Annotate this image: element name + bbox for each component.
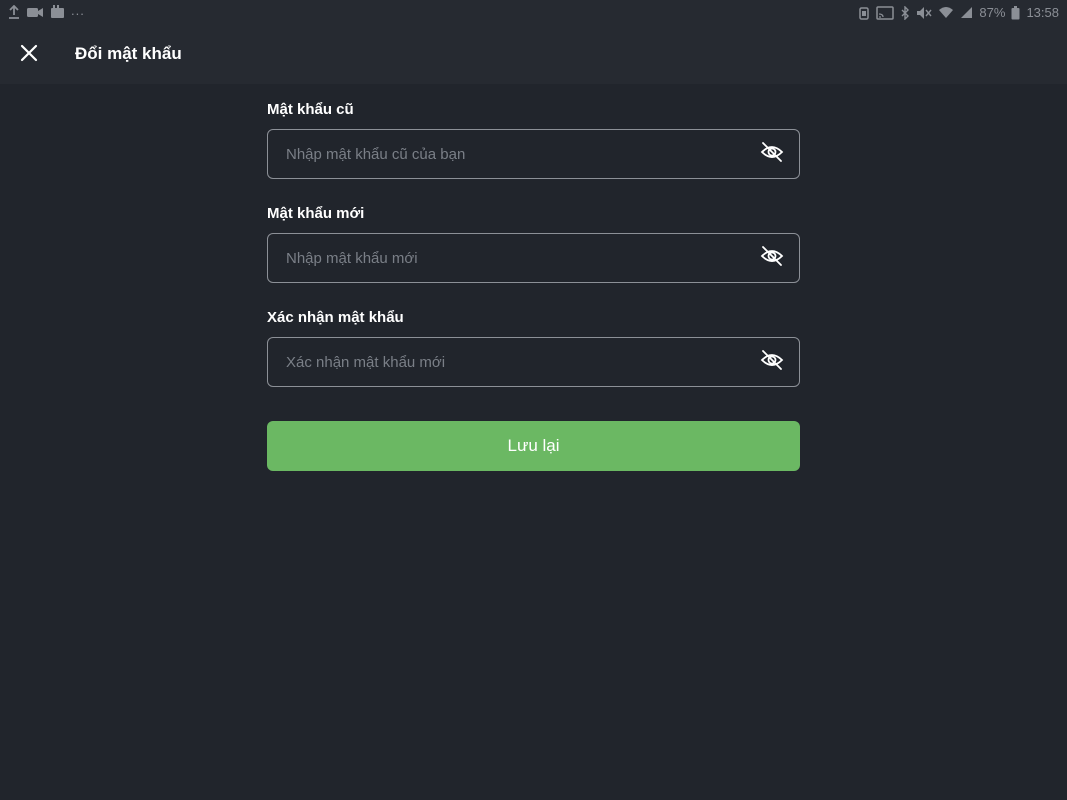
app-header: Đổi mật khẩu: [0, 26, 1067, 84]
bluetooth-icon: [900, 5, 910, 20]
status-overflow: ...: [71, 2, 85, 18]
old-password-field: [267, 129, 800, 179]
old-password-label: Mật khẩu cũ: [267, 101, 354, 118]
signal-icon: [960, 6, 973, 19]
save-button[interactable]: Lưu lại: [267, 421, 800, 471]
confirm-password-visibility-toggle[interactable]: [759, 349, 785, 376]
new-password-visibility-toggle[interactable]: [759, 245, 785, 272]
cast-icon: [876, 5, 895, 20]
status-bar: ... 87% 13:58: [0, 0, 1067, 26]
status-system: 87% 13:58: [858, 5, 1059, 20]
page-title: Đổi mật khẩu: [75, 44, 182, 63]
close-icon: [20, 44, 38, 67]
old-password-input[interactable]: [286, 130, 746, 178]
new-password-field: [267, 233, 800, 283]
clock: 13:58: [1026, 5, 1059, 20]
mute-icon: [916, 6, 932, 20]
new-password-input[interactable]: [286, 234, 746, 282]
media-icon: [50, 5, 65, 19]
eye-off-icon: [760, 245, 784, 272]
eye-off-icon: [760, 349, 784, 376]
close-button[interactable]: [14, 40, 44, 70]
confirm-password-field: [267, 337, 800, 387]
video-camera-icon: [26, 6, 44, 19]
wifi-icon: [938, 6, 954, 19]
alarm-icon: [858, 6, 870, 20]
upload-icon: [8, 5, 20, 19]
battery-level: 87%: [979, 5, 1006, 20]
status-notifications: ...: [8, 2, 85, 19]
confirm-password-input[interactable]: [286, 338, 746, 386]
new-password-label: Mật khẩu mới: [267, 205, 365, 222]
eye-off-icon: [760, 141, 784, 168]
confirm-password-label: Xác nhận mật khẩu: [267, 309, 404, 326]
old-password-visibility-toggle[interactable]: [759, 141, 785, 168]
battery-icon: [1011, 5, 1020, 20]
